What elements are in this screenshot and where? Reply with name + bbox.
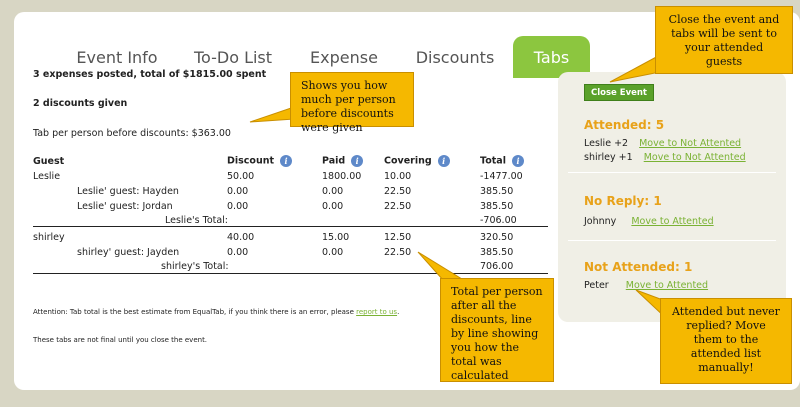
total-per-person-note: Total per person after all the discounts…: [440, 278, 554, 382]
header-discount: Discount i: [227, 155, 293, 167]
header-paid-label: Paid: [322, 155, 346, 167]
table-cell-paid: 0.00: [322, 247, 344, 258]
table-cell-covering: 10.00: [384, 171, 412, 182]
table-cell-total: 320.50: [480, 232, 514, 243]
table-row-name: Leslie: [33, 171, 61, 182]
close-event-button[interactable]: Close Event: [584, 84, 654, 101]
table-cell-total: 385.50: [480, 247, 514, 258]
move-to-not-attended-link[interactable]: Move to Not Attented: [639, 138, 741, 149]
header-total-label: Total: [480, 155, 506, 167]
header-discount-label: Discount: [227, 155, 275, 167]
close-event-note: Close the event and tabs will be sent to…: [655, 6, 793, 74]
section-divider: [568, 240, 776, 241]
attention-note: Attention: Tab total is the best estimat…: [33, 308, 399, 316]
table-cell-total: 385.50: [480, 186, 514, 197]
header-guest: Guest: [33, 156, 65, 167]
guest-name: Leslie +2: [584, 138, 629, 149]
table-cell-paid: 0.00: [322, 186, 344, 197]
guest-name: Johnny: [584, 216, 617, 227]
group-total-label: shirley's Total:: [161, 261, 229, 272]
not-final-note: These tabs are not final until you close…: [33, 336, 208, 344]
attended-title: Attended: 5: [584, 118, 665, 132]
table-row-name: shirley: [33, 232, 65, 243]
table-cell-covering: 22.50: [384, 201, 412, 212]
table-cell-discount: 0.00: [227, 247, 249, 258]
per-person-note: Shows you how much per person before dis…: [290, 72, 414, 134]
guest-status-sidebar: Close Event Attended: 5 Leslie +2 Move t…: [558, 72, 786, 322]
table-row-name: Leslie' guest: Jordan: [77, 201, 173, 212]
header-covering-label: Covering: [384, 155, 432, 167]
section-divider: [568, 172, 776, 173]
table-cell-covering: 22.50: [384, 186, 412, 197]
list-item: Johnny Move to Attented: [584, 216, 714, 227]
table-cell-total: 385.50: [480, 201, 514, 212]
header-paid: Paid i: [322, 155, 364, 167]
table-cell-paid: 1800.00: [322, 171, 362, 182]
table-cell-covering: 22.50: [384, 247, 412, 258]
table-cell-paid: 15.00: [322, 232, 350, 243]
table-row-name: Leslie' guest: Hayden: [77, 186, 179, 197]
report-link[interactable]: report to us: [356, 308, 397, 316]
table-cell-total: -1477.00: [480, 171, 523, 182]
move-to-attended-link[interactable]: Move to Attented: [631, 216, 713, 227]
list-item: Leslie +2 Move to Not Attented: [584, 138, 741, 149]
table-divider: [33, 273, 548, 274]
table-cell-paid: 0.00: [322, 201, 344, 212]
table-row-name: shirley' guest: Jayden: [77, 247, 180, 258]
never-replied-note: Attended but never replied? Move them to…: [660, 298, 792, 384]
info-icon[interactable]: i: [437, 155, 450, 167]
attention-text: Attention: Tab total is the best estimat…: [33, 308, 357, 316]
discounts-summary: 2 discounts given: [33, 98, 128, 109]
tab-discounts[interactable]: Discounts: [412, 36, 498, 78]
info-icon[interactable]: i: [351, 155, 364, 167]
table-cell-discount: 40.00: [227, 232, 255, 243]
attention-suffix: .: [397, 308, 400, 316]
tab-per-person: Tab per person before discounts: $363.00: [33, 128, 231, 139]
group-total-value: 706.00: [480, 261, 514, 272]
move-to-attended-link[interactable]: Move to Attented: [626, 280, 708, 291]
list-item: Peter Move to Attented: [584, 280, 708, 291]
noreply-title: No Reply: 1: [584, 194, 662, 208]
info-icon[interactable]: i: [511, 155, 524, 167]
group-total-label: Leslie's Total:: [165, 215, 229, 226]
expenses-summary: 3 expenses posted, total of $1815.00 spe…: [33, 69, 267, 80]
move-to-not-attended-link[interactable]: Move to Not Attented: [644, 152, 746, 163]
table-divider: [33, 226, 548, 227]
table-cell-covering: 12.50: [384, 232, 412, 243]
header-total: Total i: [480, 155, 524, 167]
notattended-title: Not Attended: 1: [584, 260, 693, 274]
guest-name: Peter: [584, 280, 609, 291]
info-icon[interactable]: i: [280, 155, 293, 167]
table-cell-discount: 50.00: [227, 171, 255, 182]
table-cell-discount: 0.00: [227, 201, 249, 212]
group-total-value: -706.00: [480, 215, 517, 226]
list-item: shirley +1 Move to Not Attented: [584, 152, 746, 163]
header-covering: Covering i: [384, 155, 450, 167]
table-cell-discount: 0.00: [227, 186, 249, 197]
guest-name: shirley +1: [584, 152, 633, 163]
